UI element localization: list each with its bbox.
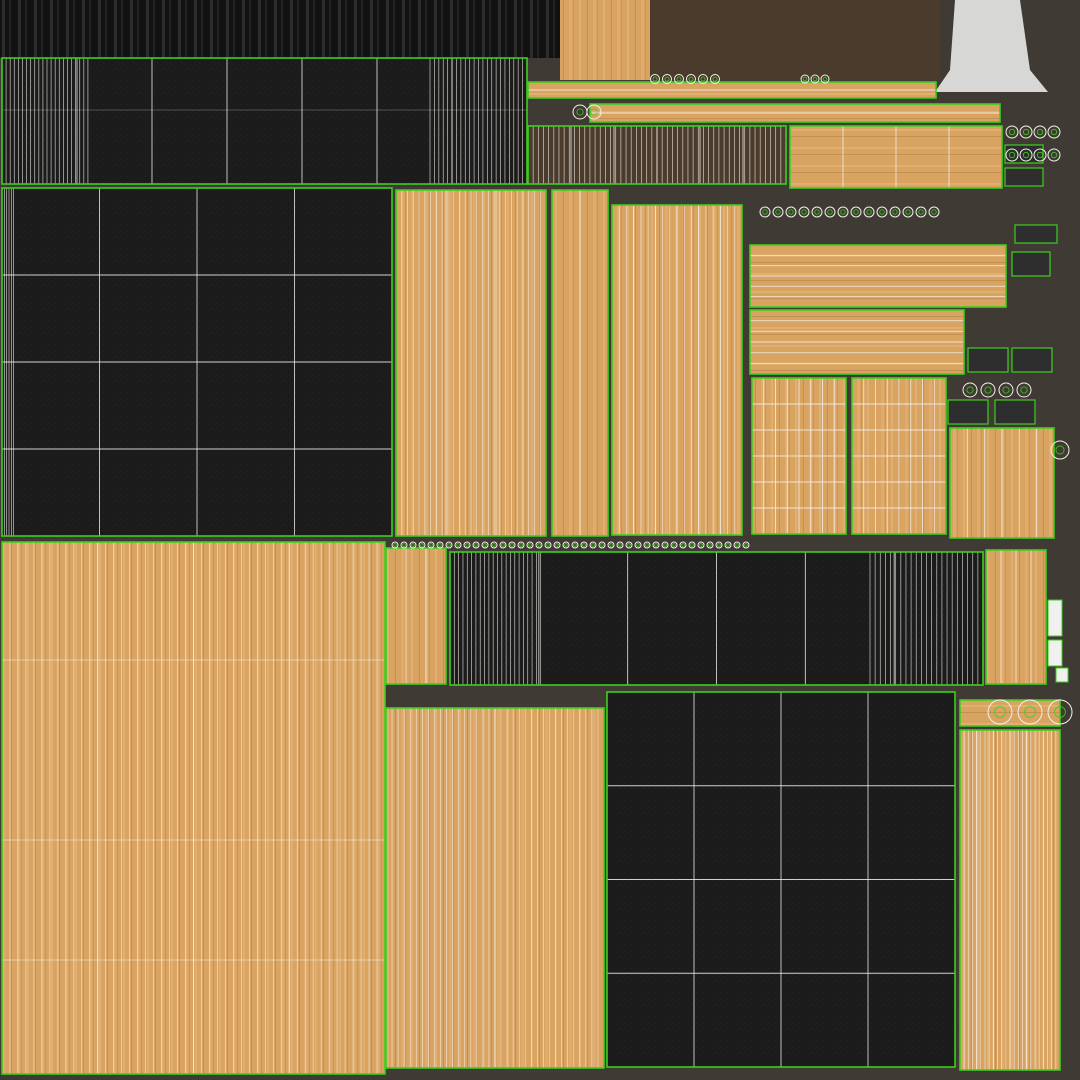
hardware-island bbox=[1011, 347, 1053, 373]
hardware-island bbox=[994, 399, 1036, 425]
wood-island-ring-strip bbox=[960, 700, 1060, 726]
hardware-island bbox=[1004, 167, 1044, 187]
white-tab-island bbox=[1047, 599, 1063, 637]
top-shadow-area bbox=[650, 0, 940, 80]
hardware-island bbox=[947, 399, 989, 425]
hardware-island bbox=[967, 347, 1009, 373]
top-drape-strip bbox=[0, 0, 560, 58]
white-tab-island bbox=[1055, 667, 1069, 683]
hardware-island bbox=[1011, 251, 1051, 277]
white-tab-island bbox=[1047, 639, 1063, 667]
wood-island-panel-b bbox=[386, 548, 446, 684]
top-wood-strip bbox=[560, 0, 650, 80]
uv-layout-canvas bbox=[0, 0, 1080, 1080]
uv-texture-sheet bbox=[0, 0, 1080, 1080]
hardware-island bbox=[1014, 224, 1058, 244]
cloth-island-top bbox=[2, 58, 527, 184]
